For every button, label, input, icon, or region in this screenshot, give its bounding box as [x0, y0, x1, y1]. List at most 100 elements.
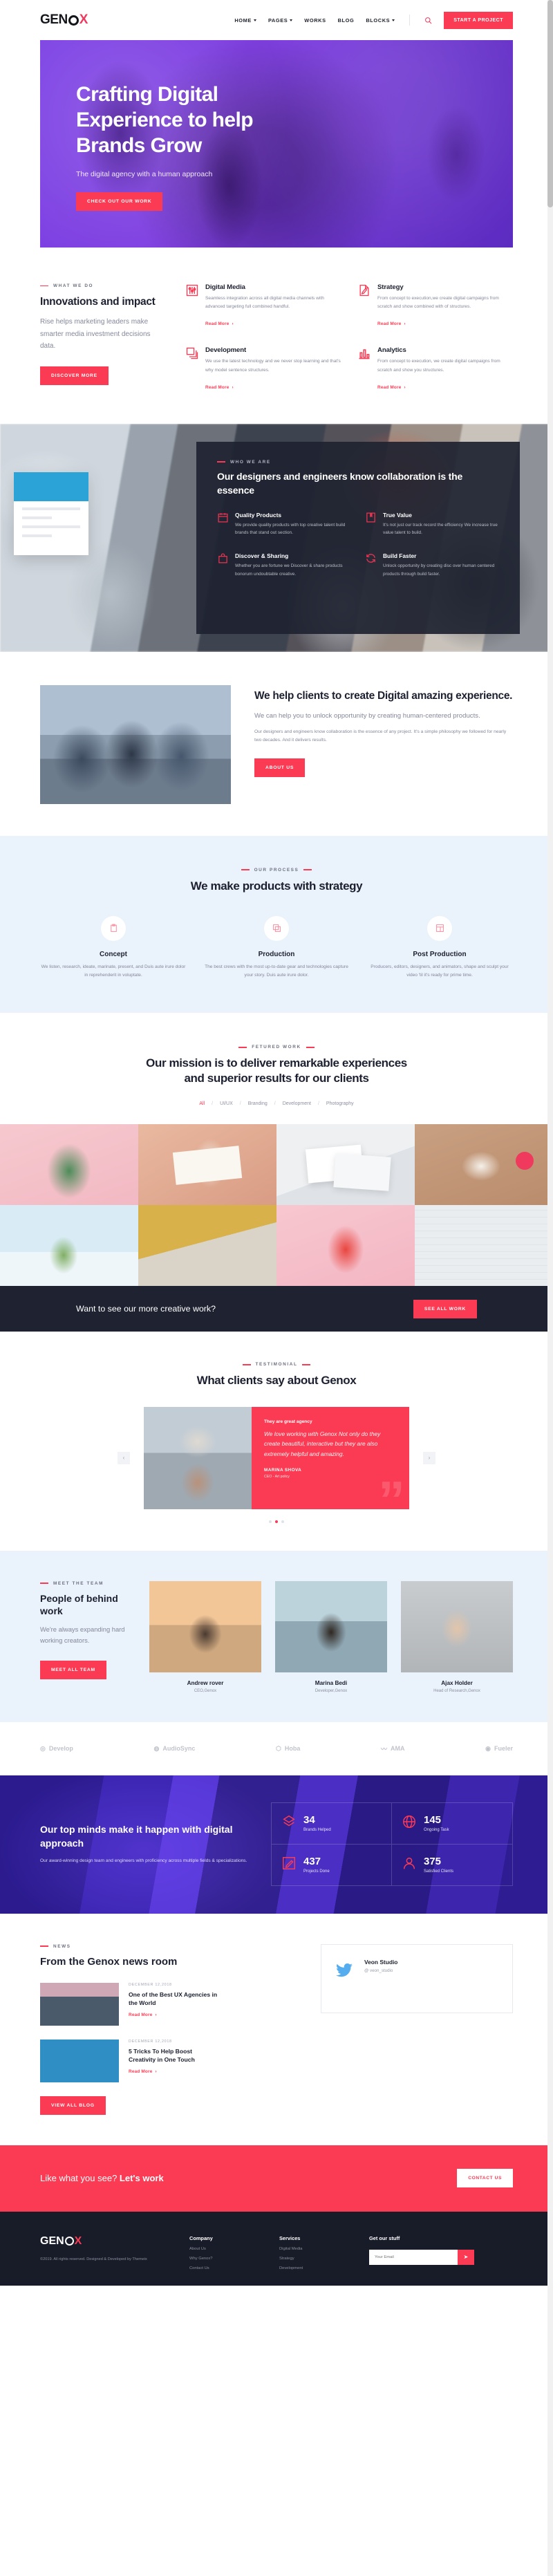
team-member-name: Marina Bedi: [315, 1679, 348, 1686]
footer-link-strategy[interactable]: Strategy: [279, 2257, 351, 2261]
counters-text: Our award-winning design team and engine…: [40, 1858, 247, 1863]
dash-icon: [303, 869, 312, 871]
layout-icon: [427, 915, 452, 941]
contact-us-button[interactable]: CONTACT US: [457, 2169, 513, 2188]
service-read-more-link[interactable]: Read More ›: [377, 321, 406, 326]
start-project-button[interactable]: START A PROJECT: [444, 11, 513, 29]
news-post[interactable]: DECEMBER 12,2018 One of the Best UX Agen…: [40, 1982, 296, 2026]
nav-item-home[interactable]: HOME: [234, 17, 256, 24]
client-logo-label: Develop: [48, 1745, 73, 1752]
chevron-right-icon: ›: [404, 321, 406, 327]
twitter-card[interactable]: Veon Studio @ veon_studio: [321, 1943, 513, 2013]
footer-link-about-us[interactable]: About Us: [189, 2247, 261, 2251]
nav-item-blocks[interactable]: BLOCKS: [366, 17, 395, 24]
eyebrow-label: FETURED WORK: [252, 1045, 301, 1050]
see-all-work-button[interactable]: SEE ALL WORK: [413, 1299, 477, 1318]
news-read-more-link[interactable]: Read More ›: [129, 2069, 157, 2074]
service-card[interactable]: Development We use the latest technology…: [185, 346, 341, 391]
service-read-more-link[interactable]: Read More ›: [205, 385, 234, 390]
counters-grid: 34 Brands Helped 145 Ongoing Task 437 Proje…: [271, 1802, 513, 1886]
client-logo: ◍ AudioSync: [154, 1745, 196, 1753]
scrollbar-thumb[interactable]: [547, 0, 553, 207]
collab-feature-text: Whether you are fortune we Discover & sh…: [235, 563, 343, 577]
footer-logo[interactable]: GEN X: [40, 2235, 171, 2248]
process-step-title: Production: [258, 950, 295, 958]
collaboration-section: WHO WE ARE Our designers and engineers k…: [0, 423, 553, 652]
testimonial-card: They are great agency We love working wi…: [252, 1406, 409, 1509]
footer-column-services: Services Digital Media Strategy Developm…: [279, 2235, 351, 2270]
portfolio-item[interactable]: [0, 1205, 138, 1287]
counter-label: Brands Helped: [303, 1828, 331, 1832]
counter-label: Ongoing Task: [424, 1828, 449, 1832]
counter-item: 375 Satisfied Clients: [392, 1845, 512, 1885]
testimonial-dot[interactable]: [269, 1520, 272, 1523]
newsletter-submit-button[interactable]: ➤: [458, 2249, 474, 2265]
newsletter-email-input[interactable]: [369, 2249, 458, 2265]
counters-intro: Our top minds make it happen with digita…: [40, 1823, 247, 1865]
portfolio-item[interactable]: [138, 1124, 276, 1206]
twitter-handle: @ veon_studio: [364, 1968, 393, 1973]
counter-label: Satisfied Clients: [424, 1869, 454, 1874]
service-card[interactable]: Analytics From concept to execution, we …: [357, 346, 513, 391]
process-steps: Concept We listen, research, ideate, mar…: [40, 915, 513, 980]
team-member-card[interactable]: Andrew rover CEO,Genox: [149, 1580, 261, 1693]
page-scrollbar[interactable]: [547, 0, 553, 2576]
service-card[interactable]: Strategy From concept to execution,we cr…: [357, 283, 513, 328]
footer-link-digital-media[interactable]: Digital Media: [279, 2247, 351, 2251]
news-read-more-link[interactable]: Read More ›: [129, 2013, 157, 2017]
circle-icon: ◍: [153, 1744, 160, 1752]
nav-item-works[interactable]: WORKS: [304, 17, 326, 24]
search-icon[interactable]: [424, 17, 432, 24]
team-member-card[interactable]: Marina Bedi Developer,Genox: [275, 1580, 387, 1693]
eyebrow-news: NEWS: [40, 1944, 296, 1949]
nav-item-pages[interactable]: PAGES: [268, 17, 293, 24]
process-step-text: We listen, research, ideate, marinate, p…: [41, 964, 186, 978]
portfolio-item[interactable]: [415, 1205, 553, 1287]
portfolio-item[interactable]: [138, 1205, 276, 1287]
team-members: Andrew rover CEO,Genox Marina Bedi Devel…: [149, 1580, 513, 1693]
filter-all[interactable]: All: [199, 1101, 205, 1106]
footer-link-development[interactable]: Development: [279, 2266, 351, 2270]
testimonial-dot[interactable]: [281, 1520, 284, 1523]
nav-divider: [409, 15, 411, 26]
about-us-button[interactable]: ABOUT US: [254, 758, 306, 778]
testimonial-prev-button[interactable]: ‹: [118, 1451, 130, 1464]
logo-text-1: GEN: [40, 12, 68, 27]
service-card[interactable]: Digital Media Seamless integration acros…: [185, 283, 341, 328]
eyebrow-label: NEWS: [53, 1943, 71, 1949]
testimonial-next-button[interactable]: ›: [423, 1451, 435, 1464]
twitter-icon: [334, 1961, 355, 1999]
site-header: GEN X HOME PAGES WORKS BLOG BLOCKS START …: [0, 0, 553, 40]
footer-link-contact-us[interactable]: Contact Us: [189, 2266, 261, 2270]
hero-title: Crafting Digital Experience to help Bran…: [76, 83, 254, 158]
filter-uiux[interactable]: UI/UX: [220, 1101, 233, 1106]
hero-cta-button[interactable]: CHECK OUT OUR WORK: [76, 192, 163, 211]
meet-all-team-button[interactable]: MEET ALL TEAM: [40, 1660, 106, 1679]
dash-icon: [40, 1583, 48, 1584]
logo[interactable]: GEN X: [40, 12, 88, 28]
counter-item: 437 Projects Done: [272, 1845, 392, 1885]
service-read-more-link[interactable]: Read More ›: [205, 321, 234, 326]
nav-item-blog[interactable]: BLOG: [338, 17, 355, 24]
service-text: From concept to execution, we create dig…: [377, 359, 500, 373]
testimonial-dot-active[interactable]: [275, 1520, 278, 1523]
portfolio-item[interactable]: [276, 1124, 415, 1206]
news-section: NEWS From the Genox news room DECEMBER 1…: [40, 1914, 513, 2145]
wave-icon: 〰: [380, 1745, 387, 1753]
portfolio-item[interactable]: [0, 1124, 138, 1206]
portfolio-item[interactable]: [415, 1124, 553, 1206]
hero-subtitle: The digital agency with a human approach: [76, 169, 213, 178]
discover-more-button[interactable]: DISCOVER MORE: [40, 366, 109, 385]
team-member-card[interactable]: Ajax Holder Head of Research,Genox: [401, 1580, 513, 1693]
footer-link-why-genox[interactable]: Why Genox?: [189, 2257, 261, 2261]
user-icon: [402, 1856, 417, 1874]
team-member-photo: [275, 1580, 387, 1672]
portfolio-item[interactable]: [276, 1205, 415, 1287]
filter-photography[interactable]: Photography: [326, 1101, 354, 1106]
view-all-blog-button[interactable]: VIEW ALL BLOG: [40, 2096, 106, 2115]
service-read-more-link[interactable]: Read More ›: [377, 385, 406, 390]
filter-branding[interactable]: Branding: [248, 1101, 268, 1106]
filter-development[interactable]: Development: [283, 1101, 311, 1106]
news-post[interactable]: DECEMBER 12,2018 5 Tricks To Help Boost …: [40, 2039, 296, 2082]
chevron-right-icon: ›: [232, 384, 234, 390]
